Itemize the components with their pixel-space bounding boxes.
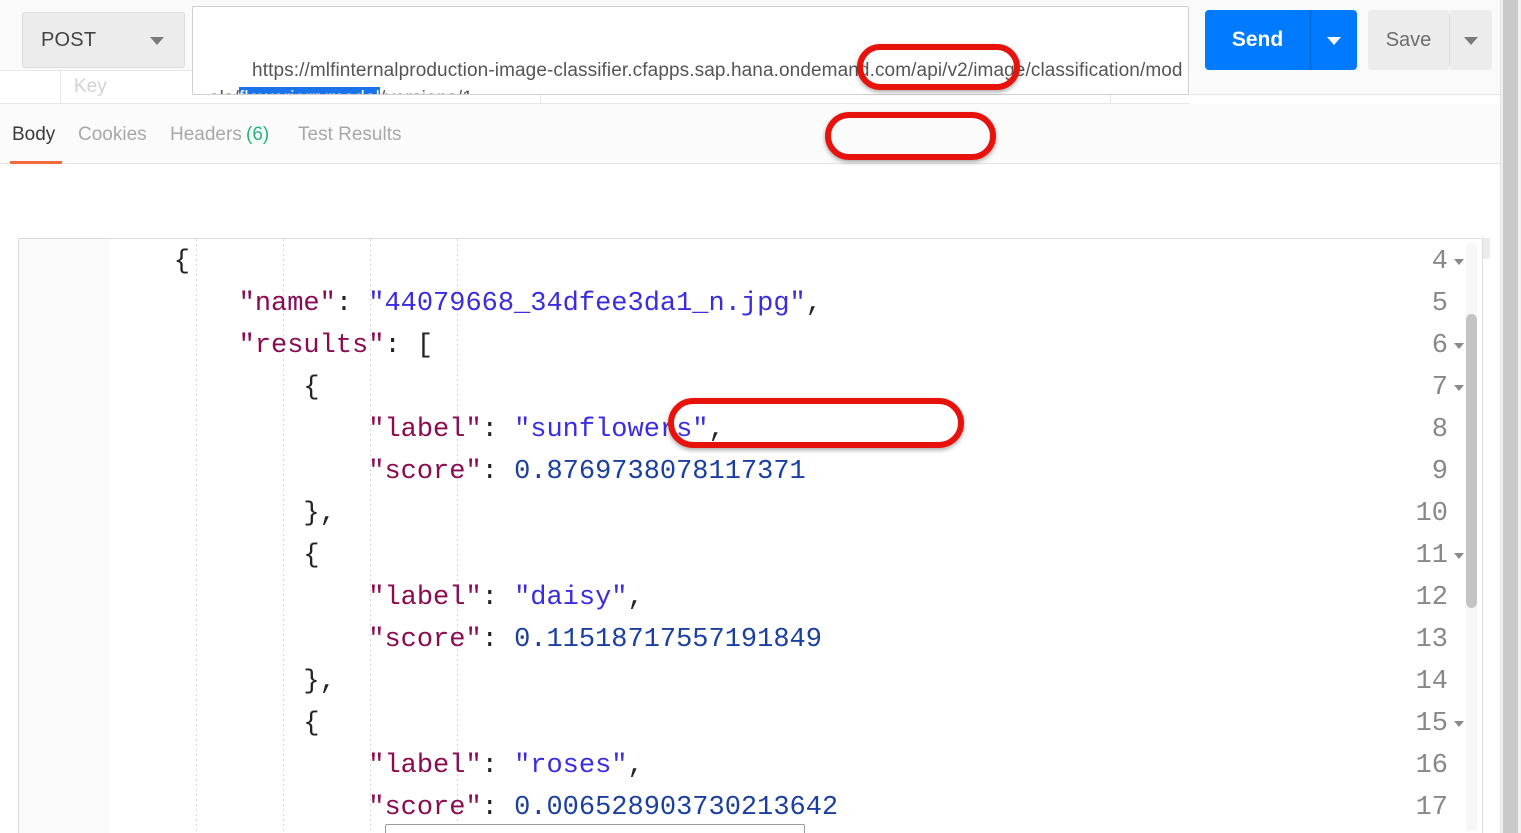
params-key-placeholder: Key — [74, 76, 107, 97]
code-line: "results": [ — [238, 331, 434, 361]
code-line: { — [109, 373, 320, 403]
request-bar: Key POST https://mlfinternalproduction-i… — [0, 0, 1500, 105]
editor-scrollbar-thumb[interactable] — [1466, 314, 1477, 608]
postman-response-window: Key POST https://mlfinternalproduction-i… — [0, 0, 1521, 833]
response-body-editor[interactable]: 4 5 6 7 8 9 10 11 12 13 14 15 16 17 { "name": "440796… — [18, 238, 1483, 833]
http-method-dropdown[interactable]: POST — [22, 12, 185, 68]
send-options-dropdown[interactable] — [1311, 10, 1357, 70]
save-options-dropdown[interactable] — [1450, 10, 1492, 70]
chevron-down-icon — [150, 37, 164, 45]
headers-count-badge: (6) — [246, 124, 270, 145]
code-line: { — [109, 709, 320, 739]
url-selected-segment[interactable]: flowerjerrymodel — [238, 87, 380, 94]
code-line: "label": "daisy", — [368, 583, 644, 613]
code-line: "name": "44079668_34dfee3da1_n.jpg", — [238, 289, 822, 319]
tab-body[interactable]: Body — [12, 124, 55, 146]
code-line: "score": 0.006528903730213642 — [368, 793, 839, 823]
json-code[interactable]: { "name": "44079668_34dfee3da1_n.jpg", "… — [109, 239, 1482, 833]
active-tab-underline — [10, 161, 62, 164]
tab-test-results[interactable]: Test Results — [298, 124, 401, 146]
line-number-gutter — [19, 239, 109, 833]
send-button[interactable]: Send — [1205, 10, 1310, 70]
http-method-label: POST — [41, 28, 97, 51]
url-input[interactable]: https://mlfinternalproduction-image-clas… — [192, 6, 1189, 95]
code-line: { — [109, 541, 320, 571]
code-line: "label": "sunflowers", — [368, 415, 725, 445]
code-line: }, — [109, 499, 336, 529]
code-line: }, — [109, 667, 336, 697]
page-scrollbar-thumb[interactable] — [1503, 0, 1518, 833]
response-tabs-bar: Body Cookies Headers (6) Test Results St… — [0, 104, 1500, 259]
code-line: "label": "roses", — [368, 751, 644, 781]
tab-cookies[interactable]: Cookies — [78, 124, 147, 146]
code-line: "score": 0.8769738078117371 — [368, 457, 806, 487]
chevron-down-icon — [1464, 37, 1478, 45]
request-save-button[interactable]: Save — [1368, 10, 1449, 70]
url-suffix: /versions/1 — [380, 88, 473, 94]
body-toolbar: Pretty Raw Preview JSON — [0, 165, 1500, 394]
code-line: "score": 0.11518717557191849 — [368, 625, 822, 655]
tab-headers[interactable]: Headers — [170, 124, 242, 146]
chevron-down-icon — [1327, 37, 1341, 45]
editor-popup-box — [385, 824, 805, 833]
code-line: { — [109, 247, 191, 277]
